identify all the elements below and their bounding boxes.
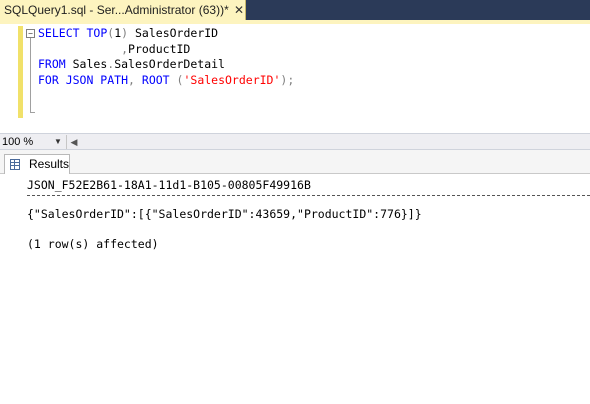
sql-editor[interactable]: − SELECT TOP(1) SalesOrderID ,ProductID F… (0, 24, 590, 132)
code-token: FROM (38, 57, 66, 71)
code-token: SalesOrderID (128, 26, 219, 40)
collapse-icon[interactable]: − (26, 29, 35, 38)
result-row[interactable]: {"SalesOrderID":[{"SalesOrderID":43659,"… (27, 207, 422, 221)
query-tab[interactable]: SQLQuery1.sql - Ser...Administrator (63)… (0, 0, 246, 20)
code-line[interactable]: ,ProductID (38, 42, 294, 58)
code-token: TOP (86, 26, 108, 40)
code-token: , (128, 72, 135, 87)
rows-affected-message: (1 row(s) affected) (27, 237, 159, 251)
sql-code[interactable]: SELECT TOP(1) SalesOrderID ,ProductID FRO… (38, 26, 294, 88)
code-line[interactable]: FOR JSON PATH, ROOT ('SalesOrderID'); (38, 73, 294, 89)
code-token: SalesOrderDetail (114, 57, 225, 71)
code-token: 'SalesOrderID' (183, 72, 281, 87)
tab-results[interactable]: Results (4, 154, 70, 174)
zoom-value: 100 % (2, 136, 34, 148)
query-tab-title: SQLQuery1.sql - Ser...Administrator (63)… (4, 3, 229, 17)
tab-results-label: Results (29, 157, 70, 171)
outline-end (30, 112, 35, 113)
results-tab-strip: Results (0, 150, 590, 174)
chevron-down-icon[interactable]: ▼ (54, 135, 64, 149)
grid-icon (10, 159, 20, 170)
close-icon[interactable]: ✕ (233, 0, 245, 20)
code-token: , (121, 41, 129, 56)
code-line[interactable]: FROM Sales.SalesOrderDetail (38, 57, 294, 73)
code-token: ProductID (128, 41, 191, 56)
column-header: JSON_F52E2B61-18A1-11d1-B105-00805F49916… (27, 178, 311, 192)
header-separator (27, 195, 590, 196)
code-token: ); (280, 72, 295, 87)
code-token: ROOT (141, 72, 170, 87)
document-tab-strip: SQLQuery1.sql - Ser...Administrator (63)… (0, 0, 590, 20)
outline-line (30, 38, 31, 112)
scroll-left-icon[interactable]: ◀ (66, 135, 81, 149)
results-pane[interactable]: JSON_F52E2B61-18A1-11d1-B105-00805F49916… (0, 174, 590, 404)
code-token: Sales (65, 57, 108, 71)
zoom-bar: 100 % ▼ ◀ (0, 133, 590, 150)
zoom-select[interactable]: 100 % (2, 135, 60, 149)
code-token: FOR JSON PATH (38, 72, 129, 87)
code-line[interactable]: SELECT TOP(1) SalesOrderID (38, 26, 294, 42)
changed-lines-marker (18, 26, 23, 118)
code-token: SELECT (38, 26, 80, 40)
